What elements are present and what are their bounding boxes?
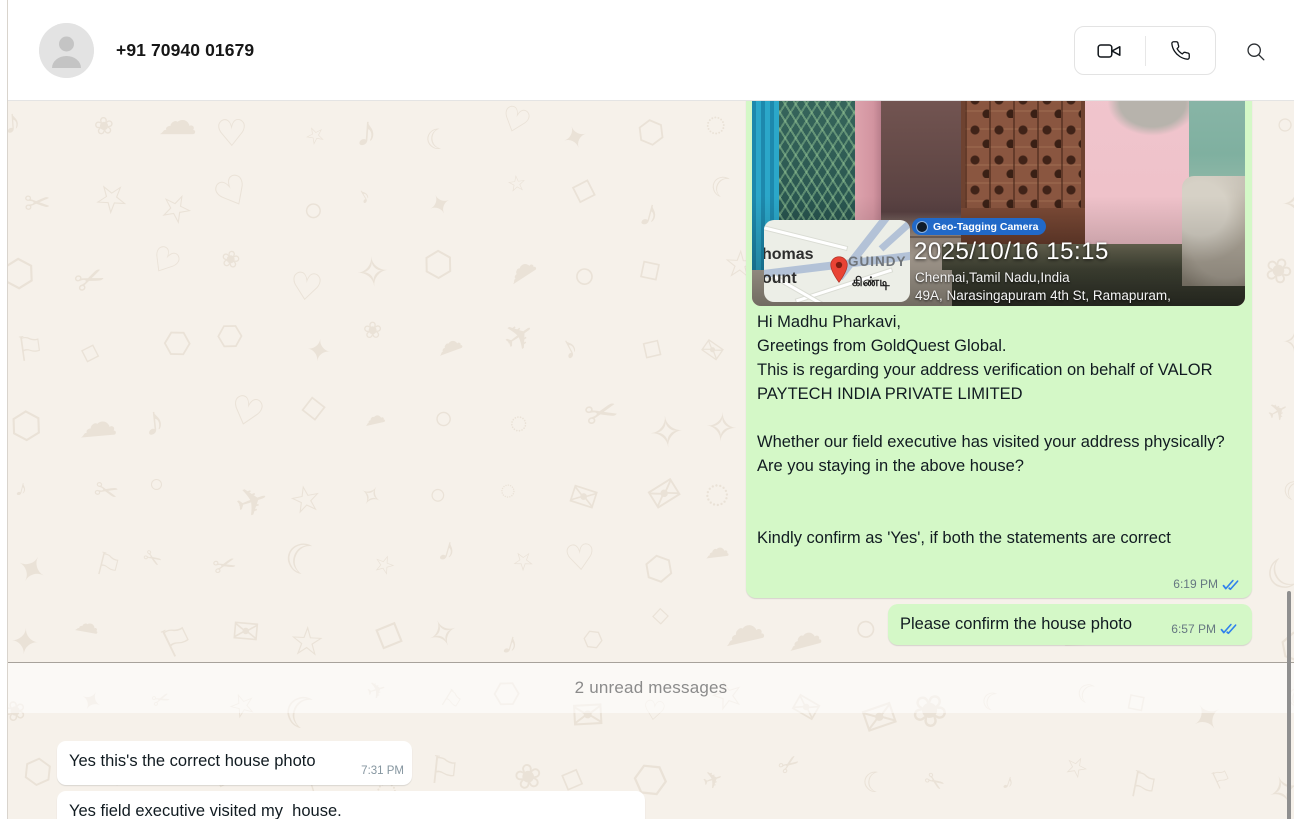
message-time: 6:57 PM	[1171, 622, 1216, 636]
map-pin-icon	[830, 256, 848, 283]
video-camera-icon	[1097, 41, 1122, 61]
geo-badge-label: Geo-Tagging Camera	[933, 221, 1038, 233]
read-receipt-icon	[1222, 578, 1242, 591]
search-icon	[1245, 41, 1266, 62]
video-call-button[interactable]	[1075, 27, 1145, 74]
panel-divider	[7, 0, 8, 819]
unread-messages-divider: 2 unread messages	[8, 662, 1294, 713]
message-text: Please confirm the house photo	[900, 615, 1132, 634]
message-text: Yes field executive visited my house.	[69, 802, 342, 819]
left-panel-edge	[0, 0, 7, 819]
contact-avatar[interactable]	[39, 23, 94, 78]
message-text: Hi Madhu Pharkavi, Greetings from GoldQu…	[757, 310, 1239, 550]
map-label-guindy-tamil: கிண்டி	[852, 274, 890, 291]
unread-messages-label: 2 unread messages	[575, 678, 728, 698]
message-time: 7:31 PM	[361, 765, 404, 777]
geo-location-line2: 49A, Narasingapuram 4th St, Ramapuram,	[915, 288, 1171, 303]
contact-name[interactable]: +91 70940 01679	[116, 0, 254, 101]
camera-lens-icon	[916, 221, 928, 233]
voice-call-button[interactable]	[1146, 27, 1216, 74]
map-label-mount: ount	[764, 270, 797, 288]
search-in-chat-button[interactable]	[1240, 36, 1270, 66]
message-text: Yes this's the correct house photo	[69, 752, 316, 771]
geo-map-inset[interactable]: homas ount GUINDY கிண்டி	[764, 220, 910, 302]
incoming-text-message[interactable]: Yes field executive visited my house.	[57, 791, 645, 819]
geo-tagging-badge: Geo-Tagging Camera	[912, 218, 1046, 235]
whatsapp-chat-window: ♪❀☁♡☆♪☾♡✦⬡◌◇✂✉⚐✂❀✧○✂☆☆♡○♪✦☆◇♪☾◇✈❀♪⬡⬡♪✧⬡✂…	[0, 0, 1294, 819]
read-receipt-icon	[1220, 622, 1240, 635]
chat-header: +91 70940 01679	[0, 0, 1294, 101]
geo-datetime: 2025/10/16 15:15	[914, 238, 1109, 266]
map-label-guindy: GUINDY	[848, 254, 907, 269]
message-time: 6:19 PM	[1173, 577, 1218, 591]
chat-scrollbar-thumb[interactable]	[1287, 591, 1291, 819]
call-buttons-group	[1074, 26, 1216, 75]
message-scroll-area[interactable]: homas ount GUINDY கிண்டி Geo-Tagging Cam…	[0, 0, 1294, 819]
message-meta: 6:19 PM	[1173, 577, 1242, 591]
geo-location-line1: Chennai,Tamil Nadu,India	[915, 270, 1070, 285]
message-meta: 6:57 PM	[1171, 614, 1240, 636]
outgoing-photo-message[interactable]: homas ount GUINDY கிண்டி Geo-Tagging Cam…	[746, 55, 1252, 598]
outgoing-text-message[interactable]: Please confirm the house photo 6:57 PM	[888, 604, 1252, 645]
map-label-thomas: homas	[764, 246, 814, 264]
phone-icon	[1170, 40, 1191, 61]
default-avatar-icon	[39, 23, 94, 78]
incoming-text-message[interactable]: Yes this's the correct house photo 7:31 …	[57, 741, 412, 785]
